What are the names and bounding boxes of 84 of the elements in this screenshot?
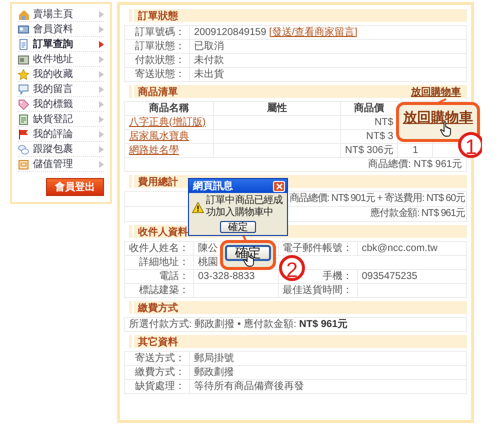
close-button[interactable] [273,180,285,192]
section-title: 其它資料 [132,334,178,348]
section-title: 繳費方式 [132,300,178,314]
house-icon [18,8,29,20]
field-value: 陳公 [198,242,218,254]
field-value: 2009120849159 [194,26,266,38]
clipboard-icon [18,114,29,124]
field-label: 最佳送貨時間： [282,284,353,296]
field-value: cbk@ncc.com.tw [362,242,438,254]
logout-button[interactable]: 會員登出 [46,178,104,196]
speech-bubble-icon [18,84,29,94]
sidebar-item[interactable]: 會員資料 [18,22,104,37]
field-label: 缺貨處理： [135,380,185,392]
sidebar-item[interactable]: 收件地址 [18,52,104,67]
sidebar-item[interactable]: 我的標籤 [18,97,104,112]
field-label: 付款狀態： [135,54,185,66]
arrow-icon [99,160,104,168]
column-header: 商品名稱 [124,102,214,116]
id-card-icon [18,24,29,34]
sidebar-item[interactable]: 我的收藏 [18,67,104,82]
price-cell: NT$ 306元 [340,144,398,158]
sidebar-item[interactable]: 缺貨登記 [18,112,104,127]
field-value: 未出貨 [194,68,224,80]
section-title: 費用總計 [132,174,178,188]
sidebar-item[interactable]: 我的留言 [18,82,104,97]
step-number: 1 [458,132,482,158]
product-link[interactable]: 居家風水寶典 [124,130,214,144]
sidebar-item[interactable]: 訂單查詢 [18,37,104,52]
warning-icon [192,202,204,212]
field-label: 繳費方式： [135,366,185,378]
field-value: 03-328-8833 [198,270,255,282]
field-value: 郵局掛號 [194,352,234,364]
ok-button[interactable]: 確定 [225,245,271,261]
arrow-icon [99,100,104,108]
payment-summary: 所選付款方式: 郵政劃撥 • 應付款金額: NT$ 961元 [124,318,466,332]
field-value: 0935475235 [362,270,418,282]
field-label: 訂單狀態： [135,40,185,52]
field-label: 電子郵件帳號： [282,242,353,254]
arrow-icon [99,146,104,152]
star-icon [18,68,29,80]
field-value: 郵政劃撥 [194,366,234,378]
field-label: 電話： [159,270,189,282]
field-label: 詳細地址： [139,256,189,268]
callout-link[interactable]: 放回購物車 [403,109,473,126]
arrow-icon [99,56,104,62]
arrow-icon [99,116,104,122]
box-icon [18,158,29,170]
field-value: 桃園 [198,256,218,268]
return-to-cart-link[interactable]: 放回購物車 [411,84,461,98]
field-label: 寄送方式： [135,352,185,364]
arrow-icon [99,26,104,32]
sidebar-item[interactable]: 我的評論 [18,127,104,142]
field-label: 手機： [322,270,353,282]
quantity-cell: 1 [398,144,433,158]
step-number: 2 [279,255,305,281]
arrow-icon [99,130,104,138]
field-label: 標誌建築： [139,284,189,296]
product-link[interactable]: 網路姓名學 [124,144,214,158]
field-label: 收件人姓名： [129,242,189,254]
field-value: 未付款 [194,54,224,66]
document-icon [18,38,29,50]
ok-button[interactable]: 確定 [220,221,256,233]
sidebar-item[interactable]: 賣場主頁 [18,7,104,22]
section-title: 訂單狀態 [132,8,178,22]
field-label: 訂單號碼： [135,26,185,38]
product-total: 商品總價: NT$ 961元 [124,158,466,172]
message-link[interactable]: [發送/查看商家留言] [269,26,358,38]
dialog-title: 網頁訊息 [193,180,233,193]
flag-icon [18,128,29,140]
tag-icon [18,98,29,110]
sidebar-item[interactable]: 儲值管理 [18,157,104,172]
arrow-icon [99,40,104,48]
product-link[interactable]: 八字正典(增訂版) [124,116,214,130]
arrow-icon [99,86,104,92]
arrow-icon [99,70,104,78]
field-label: 寄送狀態： [135,68,185,80]
section-title: 商品清單 [132,84,178,98]
column-header: 屬性 [214,102,340,116]
phone-icon [18,54,29,64]
field-value: 等待所有商品備齊後再發 [194,380,304,392]
field-value: 已取消 [194,40,224,52]
sidebar-item[interactable]: 跟蹤包裹 [18,142,104,157]
arrow-icon [99,10,104,18]
chat-bubbles-icon [18,144,29,154]
